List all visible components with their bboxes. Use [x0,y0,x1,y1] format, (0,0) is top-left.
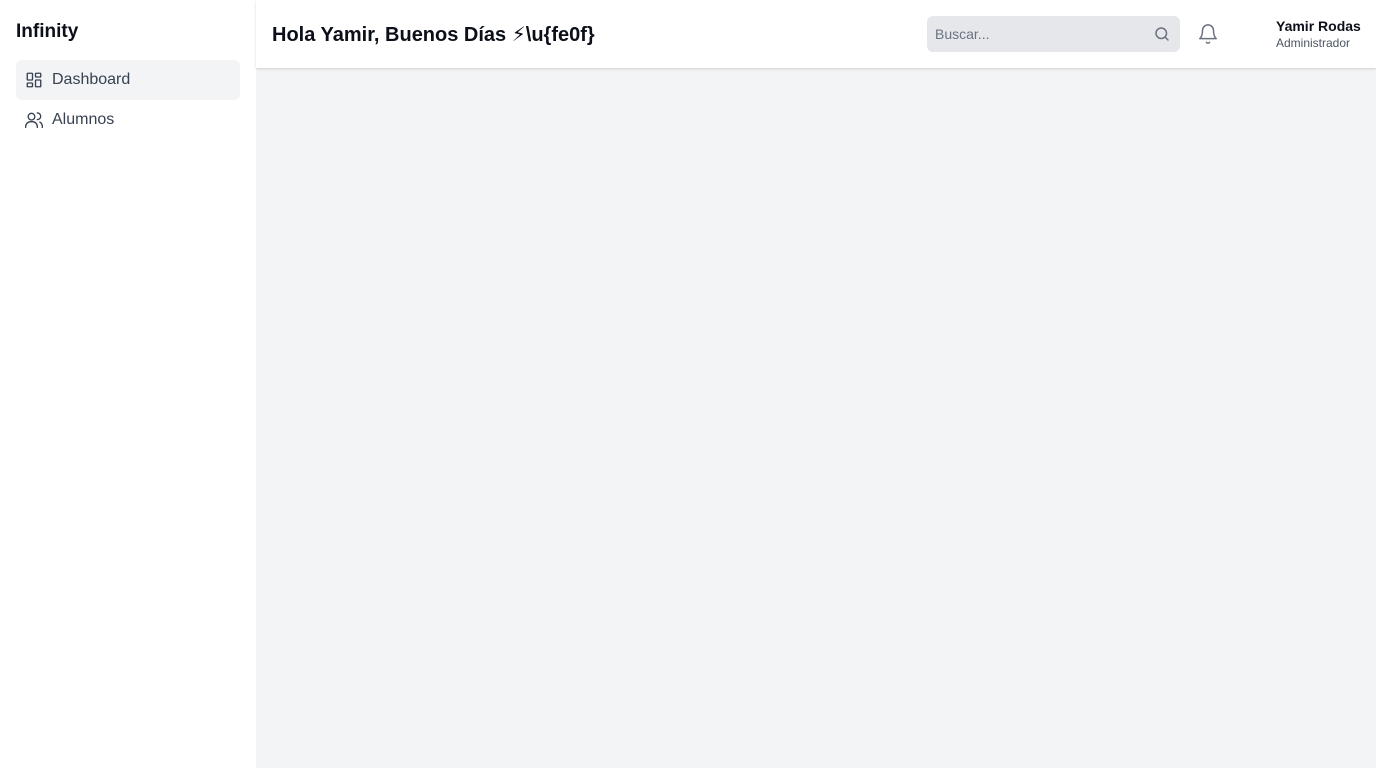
main-content [256,68,1376,768]
user-name: Yamir Rodas [1276,18,1361,34]
brand-logo[interactable]: Infinity [16,18,240,46]
top-bar: Hola Yamir, Buenos Días ⚡\u{fe0f} Yamir [256,0,1376,68]
bell-icon[interactable] [1196,22,1220,46]
search-input[interactable] [935,16,1152,52]
search-icon[interactable] [1152,24,1172,44]
sidebar: Infinity Dashboard Alumnos [0,0,256,768]
search-box [927,16,1180,52]
sidebar-nav: Dashboard Alumnos [16,60,240,140]
sidebar-item-alumnos[interactable]: Alumnos [16,100,240,140]
dashboard-grid-icon [24,70,44,90]
sidebar-item-label: Alumnos [52,111,115,128]
user-role: Administrador [1276,36,1351,50]
main-area: Hola Yamir, Buenos Días ⚡\u{fe0f} Yamir [256,0,1376,768]
sidebar-item-dashboard[interactable]: Dashboard [16,60,240,100]
app-root: Infinity Dashboard Alumnos Hola Yamir, B… [0,0,1376,768]
user-profile[interactable]: Yamir Rodas Administrador [1276,17,1361,51]
users-icon [24,110,44,130]
sidebar-item-label: Dashboard [52,71,131,88]
page-greeting: Hola Yamir, Buenos Días ⚡\u{fe0f} [272,23,595,46]
